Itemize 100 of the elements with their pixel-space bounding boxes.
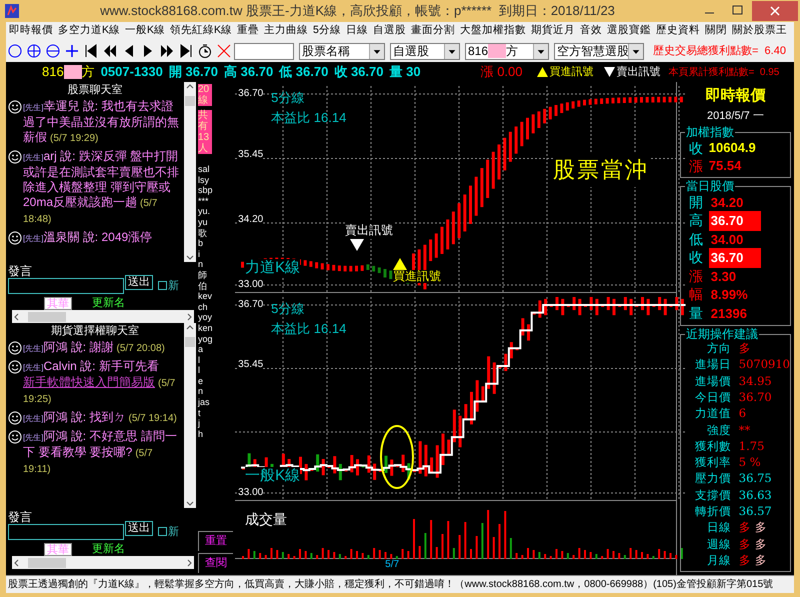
quote-label: 收 bbox=[688, 248, 703, 268]
scroll-thumb[interactable] bbox=[28, 558, 66, 568]
plus-icon[interactable] bbox=[64, 43, 80, 59]
close-icon[interactable] bbox=[216, 43, 232, 59]
online-user-name[interactable]: yoy bbox=[198, 312, 234, 323]
menu-item[interactable]: 即時報價 bbox=[9, 23, 53, 39]
y-axis-label: 33.00 bbox=[238, 488, 264, 498]
online-user-name[interactable]: kev bbox=[198, 291, 234, 302]
online-user-name[interactable]: l bbox=[198, 365, 234, 376]
menu-item[interactable]: 一般K線 bbox=[125, 23, 166, 39]
skip-last-icon[interactable] bbox=[178, 43, 194, 59]
redaction-block bbox=[64, 65, 82, 79]
change-value: 漲 0.00 bbox=[480, 63, 522, 82]
menu-item[interactable]: 重疊 bbox=[237, 23, 260, 39]
y-axis-label: 34.20 bbox=[238, 215, 264, 226]
online-user-name[interactable]: sbp bbox=[198, 185, 234, 196]
circle-plus-icon[interactable] bbox=[26, 43, 42, 59]
online-user-name[interactable]: n bbox=[198, 386, 234, 398]
close-icon[interactable] bbox=[752, 1, 798, 21]
online-user-name[interactable]: jas bbox=[198, 397, 234, 408]
new-checkbox[interactable] bbox=[158, 281, 167, 290]
menu-item[interactable]: 選股寶鑑 bbox=[606, 23, 651, 39]
clock-icon[interactable] bbox=[197, 43, 213, 59]
skip-first-icon[interactable] bbox=[83, 43, 99, 59]
horizontal-scrollbar[interactable] bbox=[12, 310, 194, 323]
online-user-name[interactable]: lsy bbox=[198, 174, 234, 186]
online-user-name[interactable]: 伯 bbox=[198, 280, 234, 292]
update-name-link[interactable]: 更新名 bbox=[92, 297, 125, 309]
menu-item[interactable]: 音效 bbox=[580, 23, 602, 39]
chart-name-label: 力道K線 bbox=[245, 259, 300, 276]
send-button[interactable]: 送出 bbox=[125, 275, 153, 290]
chat-input[interactable] bbox=[8, 524, 124, 540]
buy-triangle-icon bbox=[536, 67, 548, 77]
circle-minus-icon[interactable] bbox=[45, 43, 61, 59]
quote-value: 21396 bbox=[710, 304, 748, 322]
advice-label: 支撐價 bbox=[694, 486, 731, 504]
online-user-name[interactable]: l bbox=[198, 354, 234, 366]
stock-search-field[interactable] bbox=[234, 42, 294, 60]
app-logo-icon bbox=[5, 4, 19, 18]
online-user-name[interactable]: t bbox=[198, 408, 234, 418]
online-user-name[interactable]: i bbox=[198, 248, 234, 260]
advice-label: 進場價 bbox=[694, 372, 731, 390]
menu-item[interactable]: 期貨近月 bbox=[530, 23, 575, 39]
watchlist-dropdown[interactable]: 自選股 bbox=[390, 42, 460, 60]
horizontal-scrollbar[interactable] bbox=[12, 556, 194, 569]
side-button[interactable]: 查閱 bbox=[198, 553, 234, 573]
stock-name-dropdown[interactable]: 股票名稱 bbox=[299, 42, 385, 60]
online-user-name[interactable]: h bbox=[198, 428, 234, 440]
scrollbar[interactable] bbox=[184, 323, 196, 508]
online-user-name[interactable]: 歌 bbox=[198, 228, 234, 238]
menu-item[interactable]: 5分線 bbox=[313, 23, 341, 39]
scrollbar[interactable] bbox=[184, 82, 196, 262]
update-name-link[interactable]: 更新名 bbox=[92, 543, 125, 555]
online-user-name[interactable]: ken bbox=[198, 322, 234, 334]
side-button[interactable]: 重置 bbox=[198, 531, 234, 551]
quote-value: 75.54 bbox=[708, 157, 742, 176]
circle-icon[interactable] bbox=[7, 43, 23, 59]
online-user-name[interactable]: n bbox=[198, 259, 234, 270]
online-user-name[interactable]: j bbox=[198, 418, 234, 429]
menu-item[interactable]: 領先紅綠K線 bbox=[170, 23, 232, 39]
online-user-name[interactable]: *** bbox=[198, 196, 234, 206]
menu-item[interactable]: 主力曲線 bbox=[264, 23, 308, 39]
menu-item[interactable]: 關閉 bbox=[704, 23, 727, 39]
menu-item[interactable]: 畫面分割 bbox=[410, 23, 455, 39]
y-axis-label: 35.45 bbox=[238, 360, 264, 370]
online-user-name[interactable]: yog bbox=[198, 334, 234, 344]
new-checkbox[interactable] bbox=[158, 527, 167, 536]
checkbox-label: 新 bbox=[168, 524, 179, 540]
redaction-block bbox=[488, 44, 506, 58]
online-user-name[interactable]: yu. bbox=[198, 206, 234, 217]
chat-message: [先生]溫泉關 說: 2049漲停 bbox=[23, 230, 152, 246]
online-user-name[interactable]: e bbox=[198, 376, 234, 386]
scroll-thumb[interactable] bbox=[28, 312, 66, 322]
quote-date: 2018/5/7 一 bbox=[706, 108, 765, 124]
online-user-name[interactable]: 師 bbox=[198, 270, 234, 281]
menu-item[interactable]: 日線 bbox=[346, 23, 368, 39]
page-profit-text: 本頁累計獲利點數= 0.95 bbox=[668, 66, 780, 80]
online-user-name[interactable]: yu bbox=[198, 216, 234, 228]
chat-input[interactable] bbox=[8, 278, 124, 294]
rewind-icon[interactable] bbox=[102, 43, 118, 59]
scroll-thumb[interactable] bbox=[185, 337, 195, 347]
smiley-icon bbox=[8, 231, 22, 245]
sell-signal-legend: 賣出訊號 bbox=[616, 64, 660, 80]
chat-link[interactable]: 新手軟體快速入門簡易版 bbox=[23, 375, 155, 389]
online-user-name[interactable]: ch bbox=[198, 302, 234, 312]
menu-item[interactable]: 自選股 bbox=[372, 23, 406, 39]
advice-label: 壓力價 bbox=[694, 470, 731, 488]
online-user-name[interactable]: b bbox=[198, 238, 234, 249]
menu-item[interactable]: 關於股票王 bbox=[732, 23, 787, 39]
scroll-thumb[interactable] bbox=[185, 96, 195, 106]
advice-label: 日線 bbox=[706, 519, 731, 536]
menu-item[interactable]: 大盤加權指數 bbox=[460, 23, 526, 39]
fast-forward-icon[interactable] bbox=[159, 43, 175, 59]
send-button[interactable]: 送出 bbox=[125, 521, 153, 536]
online-user-name[interactable]: a bbox=[198, 344, 234, 355]
menu-item[interactable]: 歷史資料 bbox=[656, 23, 700, 39]
stock-dropdown[interactable]: 816 方 bbox=[465, 42, 549, 60]
menu-item[interactable]: 多空力道K線 bbox=[58, 23, 120, 39]
advice-value: 多 bbox=[738, 519, 751, 536]
online-user-name[interactable]: sal bbox=[198, 164, 234, 175]
